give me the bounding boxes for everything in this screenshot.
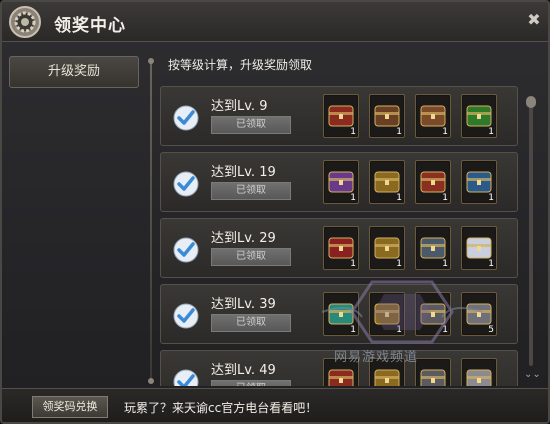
level-requirement: 达到Lv. 49 bbox=[211, 363, 276, 378]
claimed-status-button[interactable]: 已领取 bbox=[211, 182, 291, 200]
item-count: 1 bbox=[442, 193, 448, 203]
reward-center-window: 领奖中心 ✖ 升级奖励 按等级计算，升级奖励领取 达到Lv. 9 已领取 1 1 1 1 达… bbox=[0, 0, 550, 424]
item-count: 1 bbox=[488, 127, 494, 137]
purple-pouch-icon[interactable]: 1 bbox=[323, 160, 359, 204]
sidebar-item-level-reward[interactable]: 升级奖励 bbox=[9, 56, 139, 88]
item-count: 1 bbox=[396, 259, 402, 269]
title-bar: 领奖中心 ✖ bbox=[2, 2, 548, 42]
gold-chest-icon[interactable]: 1 bbox=[369, 226, 405, 270]
checkmark-icon bbox=[173, 303, 199, 329]
level-requirement: 达到Lv. 39 bbox=[211, 297, 276, 312]
gold-chest-icon[interactable]: 1 bbox=[369, 160, 405, 204]
scrollbar-track[interactable] bbox=[529, 98, 533, 366]
steel-chest-icon[interactable]: 1 bbox=[415, 226, 451, 270]
item-count: 1 bbox=[396, 127, 402, 137]
watermark-text: 网易游戏频道 bbox=[334, 350, 419, 365]
scrollbar-thumb[interactable] bbox=[526, 96, 536, 108]
item-count: 1 bbox=[396, 193, 402, 203]
red-chest-icon[interactable]: 1 bbox=[415, 160, 451, 204]
checkmark-icon bbox=[173, 237, 199, 263]
gear-icon bbox=[9, 6, 41, 38]
reward-row: 达到Lv. 29 已领取 1 1 1 1 bbox=[160, 218, 518, 278]
divider-dot bbox=[148, 58, 154, 64]
level-requirement: 达到Lv. 19 bbox=[211, 165, 276, 180]
item-count: 1 bbox=[350, 193, 356, 203]
scroll-down-arrow[interactable]: ⌄⌄ bbox=[524, 370, 541, 380]
item-count: 1 bbox=[488, 259, 494, 269]
divider bbox=[150, 60, 152, 382]
sidebar: 升级奖励 bbox=[2, 42, 147, 386]
reward-description: 按等级计算，升级奖励领取 bbox=[168, 58, 313, 72]
close-icon[interactable]: ✖ bbox=[524, 10, 544, 30]
bronze-chest-icon[interactable]: 1 bbox=[415, 94, 451, 138]
footer: 领奖码兑换 玩累了？来天谕cc官方电台看看吧！ bbox=[2, 388, 548, 422]
item-count: 1 bbox=[488, 193, 494, 203]
item-count: 1 bbox=[350, 259, 356, 269]
window-title: 领奖中心 bbox=[54, 16, 126, 36]
level-requirement: 达到Lv. 9 bbox=[211, 99, 268, 114]
redeem-code-button[interactable]: 领奖码兑换 bbox=[32, 396, 108, 418]
white-wings-icon[interactable]: 1 bbox=[461, 226, 497, 270]
level-requirement: 达到Lv. 29 bbox=[211, 231, 276, 246]
green-charm-icon[interactable]: 1 bbox=[461, 94, 497, 138]
checkmark-icon bbox=[173, 369, 199, 386]
claimed-status-button[interactable]: 已领取 bbox=[211, 380, 291, 386]
reward-row: 达到Lv. 9 已领取 1 1 1 1 bbox=[160, 86, 518, 146]
checkmark-icon bbox=[173, 171, 199, 197]
watermark-logo bbox=[321, 280, 483, 344]
item-count: 1 bbox=[442, 127, 448, 137]
claimed-status-button[interactable]: 已领取 bbox=[211, 116, 291, 134]
item-count: 1 bbox=[350, 127, 356, 137]
red-box-icon[interactable]: 1 bbox=[323, 226, 359, 270]
claimed-status-button[interactable]: 已领取 bbox=[211, 314, 291, 332]
item-count: 1 bbox=[442, 259, 448, 269]
wooden-chest-icon[interactable]: 1 bbox=[369, 94, 405, 138]
divider-dot bbox=[148, 378, 154, 384]
claimed-status-button[interactable]: 已领取 bbox=[211, 248, 291, 266]
reward-row: 达到Lv. 19 已领取 1 1 1 1 bbox=[160, 152, 518, 212]
promo-text: 玩累了？来天谕cc官方电台看看吧！ bbox=[124, 401, 318, 415]
checkmark-icon bbox=[173, 105, 199, 131]
red-pouch-icon[interactable]: 1 bbox=[323, 94, 359, 138]
blue-bag-icon[interactable]: 1 bbox=[461, 160, 497, 204]
